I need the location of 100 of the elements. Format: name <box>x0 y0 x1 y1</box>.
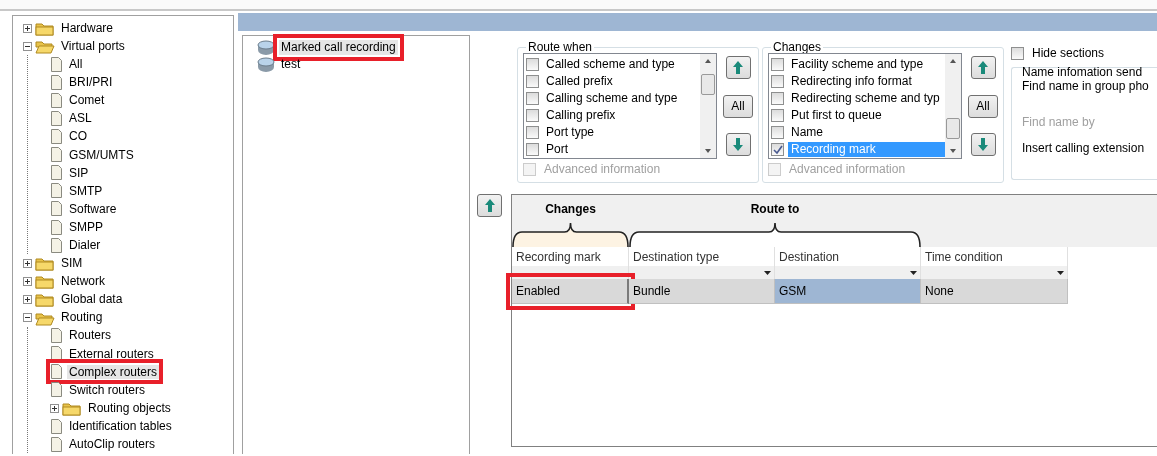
file-icon <box>50 146 63 164</box>
tree-item[interactable]: Switch routers <box>67 382 148 398</box>
checkbox[interactable] <box>771 92 784 105</box>
collapse-icon[interactable] <box>23 313 32 323</box>
tree-item[interactable]: Complex routers <box>67 364 160 379</box>
band-title: Changes <box>545 202 596 218</box>
tree-item[interactable]: Software <box>67 201 119 217</box>
list-item[interactable]: Called prefix <box>543 74 700 89</box>
filter-cell[interactable] <box>921 266 1068 279</box>
checkbox[interactable] <box>771 75 784 88</box>
move-up-button[interactable] <box>970 56 996 79</box>
down-arrow-icon <box>732 137 744 152</box>
dropdown-icon[interactable] <box>1057 270 1064 275</box>
list-item[interactable]: Facility scheme and type <box>788 57 945 72</box>
expand-icon[interactable] <box>23 276 32 286</box>
checkbox[interactable] <box>1011 46 1024 60</box>
tree-item[interactable]: SIP <box>67 165 91 180</box>
scroll-thumb[interactable] <box>946 118 960 139</box>
dropdown-icon[interactable] <box>910 270 917 275</box>
move-up-button[interactable] <box>725 56 751 79</box>
checkbox[interactable] <box>771 58 784 71</box>
dropdown-icon[interactable] <box>764 270 771 275</box>
tree-item[interactable]: Global data <box>59 292 125 307</box>
tree-item[interactable]: CO <box>67 129 89 144</box>
down-arrow-icon <box>977 137 989 152</box>
checkbox[interactable] <box>771 126 784 139</box>
tree-item[interactable]: Dialer <box>67 237 103 253</box>
scrollbar[interactable] <box>700 54 716 158</box>
table-cell[interactable]: GSM <box>775 279 921 304</box>
table-cell[interactable]: None <box>921 279 1068 304</box>
tree-item[interactable]: ASL <box>67 111 94 126</box>
checkbox[interactable] <box>526 143 539 156</box>
list-item[interactable]: Put first to queue <box>788 108 945 123</box>
scrollbar[interactable] <box>945 54 961 158</box>
tree-item[interactable]: Comet <box>67 93 107 108</box>
move-up-button[interactable] <box>477 194 502 217</box>
expand-icon[interactable] <box>23 294 32 304</box>
all-button[interactable]: All <box>723 94 753 118</box>
tree-item[interactable]: Virtual ports <box>59 38 127 54</box>
checkbox[interactable] <box>526 126 539 139</box>
list-item[interactable]: Redirecting scheme and typ <box>788 91 945 106</box>
filter-cell[interactable] <box>629 266 775 279</box>
router-icon <box>257 56 275 73</box>
router-item[interactable]: test <box>279 57 303 72</box>
expand-icon[interactable] <box>50 403 59 413</box>
tree-item[interactable]: Identification tables <box>67 418 174 434</box>
folder-icon <box>35 291 55 308</box>
tree-item[interactable]: GSM/UMTS <box>67 147 136 162</box>
tree-item[interactable]: Routers <box>67 328 114 343</box>
expand-icon[interactable] <box>23 258 32 268</box>
file-icon <box>50 363 63 381</box>
list-item[interactable]: Calling scheme and type <box>543 91 700 106</box>
group-title: Changes <box>772 41 823 53</box>
filter-cell[interactable] <box>775 266 921 279</box>
up-arrow-icon <box>483 198 496 213</box>
table-cell[interactable]: Bundle <box>629 279 775 304</box>
scroll-thumb[interactable] <box>701 74 715 95</box>
checkbox[interactable] <box>771 143 784 156</box>
list-item[interactable]: Name <box>788 125 945 140</box>
tree-item[interactable]: SMTP <box>67 183 105 199</box>
tree-item[interactable]: SIM <box>59 256 85 271</box>
tree-item[interactable]: Routing objects <box>86 400 173 416</box>
tree-item[interactable]: Network <box>59 274 107 289</box>
list-item[interactable]: Redirecting info format <box>788 74 945 89</box>
checkbox[interactable] <box>771 109 784 122</box>
tree-item[interactable]: SMPP <box>67 219 105 235</box>
file-icon <box>50 91 63 109</box>
file-icon <box>50 417 63 435</box>
move-down-button[interactable] <box>725 133 751 156</box>
file-icon <box>50 73 63 91</box>
field-label: Find name by <box>1022 115 1096 132</box>
file-icon <box>50 128 63 146</box>
checkbox[interactable] <box>526 75 539 88</box>
checkbox[interactable] <box>526 58 539 71</box>
tree-item[interactable]: AutoClip routers <box>67 437 158 452</box>
tree-item[interactable]: External routers <box>67 346 156 361</box>
router-icon <box>257 39 275 56</box>
field-label: Find name in group pho <box>1022 79 1150 96</box>
field-label: Insert calling extension <box>1022 141 1146 158</box>
move-down-button[interactable] <box>970 133 996 156</box>
checkbox[interactable] <box>526 92 539 105</box>
list-item[interactable]: Calling prefix <box>543 108 700 123</box>
file-icon <box>50 327 63 345</box>
folder-icon <box>35 273 55 290</box>
list-item[interactable]: Port type <box>543 125 700 140</box>
tree-item[interactable]: Hardware <box>59 20 116 36</box>
folder-icon <box>35 38 55 55</box>
all-button[interactable]: All <box>968 94 998 118</box>
group-title: Name infomation send <box>1022 65 1144 80</box>
tree-item[interactable]: All <box>67 57 85 72</box>
list-item[interactable]: Called scheme and type <box>543 57 700 72</box>
tree-item[interactable]: Routing <box>59 310 105 325</box>
collapse-icon[interactable] <box>23 41 32 51</box>
up-arrow-icon <box>977 60 989 75</box>
checkbox[interactable] <box>526 109 539 122</box>
tree-item[interactable]: BRI/PRI <box>67 75 115 90</box>
list-item[interactable]: Port <box>543 142 700 157</box>
file-icon <box>50 200 63 218</box>
file-icon <box>50 435 63 453</box>
expand-icon[interactable] <box>23 23 32 33</box>
